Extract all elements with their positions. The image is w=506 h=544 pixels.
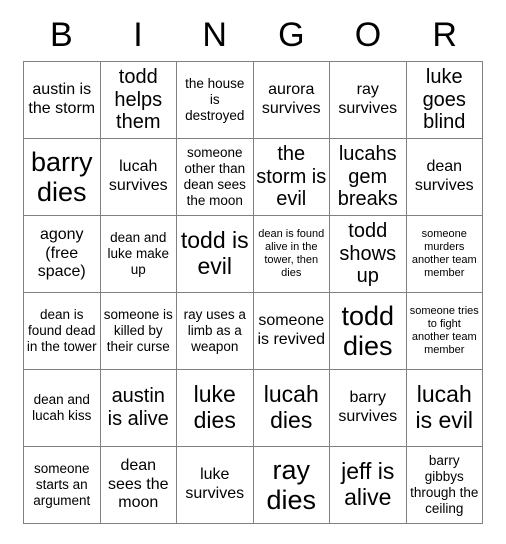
bingo-cell-label: barry dies bbox=[30, 146, 93, 207]
bingo-cell[interactable]: todd helps them bbox=[100, 62, 177, 139]
bingo-header-letter-2: N bbox=[202, 15, 227, 54]
bingo-cell-label: austin is the storm bbox=[28, 81, 96, 117]
bingo-cell[interactable]: dean and luke make up bbox=[100, 216, 177, 293]
bingo-cell[interactable]: dean is found alive in the tower, then d… bbox=[253, 216, 330, 293]
bingo-cell-label: todd helps them bbox=[114, 65, 163, 134]
bingo-cell-label: someone is revived bbox=[257, 312, 326, 348]
bingo-cell[interactable]: todd is evil bbox=[177, 216, 254, 293]
bingo-cell-free-space[interactable]: agony (free space) bbox=[24, 216, 101, 293]
bingo-cell[interactable]: barry gibbys through the ceiling bbox=[406, 447, 483, 524]
bingo-cell[interactable]: todd dies bbox=[330, 293, 407, 370]
bingo-cell-label: lucahs gem breaks bbox=[337, 142, 398, 211]
bingo-cell[interactable]: dean is found dead in the tower bbox=[24, 293, 101, 370]
bingo-cell[interactable]: someone starts an argument bbox=[24, 447, 101, 524]
bingo-cell[interactable]: austin is alive bbox=[100, 370, 177, 447]
bingo-cell[interactable]: luke dies bbox=[177, 370, 254, 447]
bingo-cell[interactable]: lucah survives bbox=[100, 139, 177, 216]
bingo-cell-label: lucah survives bbox=[108, 158, 168, 194]
bingo-cell-label: ray survives bbox=[338, 81, 398, 117]
bingo-cell-label: ray dies bbox=[266, 454, 317, 515]
bingo-cell[interactable]: lucahs gem breaks bbox=[330, 139, 407, 216]
bingo-cell[interactable]: aurora survives bbox=[253, 62, 330, 139]
bingo-cell-label: barry gibbys through the ceiling bbox=[410, 453, 479, 516]
bingo-cell-label: dean survives bbox=[414, 158, 474, 194]
bingo-cell-label: austin is alive bbox=[107, 385, 169, 430]
bingo-cell[interactable]: ray survives bbox=[330, 62, 407, 139]
bingo-cell-label: the storm is evil bbox=[256, 142, 327, 211]
bingo-cell[interactable]: someone other than dean sees the moon bbox=[177, 139, 254, 216]
bingo-cell-label: someone is killed by their curse bbox=[103, 307, 173, 354]
bingo-cell-label: luke goes blind bbox=[422, 65, 466, 134]
bingo-cell-label: dean is found dead in the tower bbox=[26, 307, 97, 354]
bingo-cell-label: dean and luke make up bbox=[107, 230, 170, 277]
bingo-cell-label: lucah dies bbox=[263, 381, 319, 433]
bingo-header-letter-3: G bbox=[278, 15, 305, 54]
bingo-cell-label: ray uses a limb as a weapon bbox=[183, 307, 246, 354]
bingo-cell-label: dean is found alive in the tower, then d… bbox=[258, 227, 325, 280]
bingo-header-letter-0: B bbox=[49, 15, 73, 54]
bingo-cell[interactable]: luke survives bbox=[177, 447, 254, 524]
bingo-cell[interactable]: barry dies bbox=[24, 139, 101, 216]
bingo-cell[interactable]: dean survives bbox=[406, 139, 483, 216]
bingo-cell-label: someone tries to fight another team memb… bbox=[409, 304, 479, 357]
bingo-cell[interactable]: ray dies bbox=[253, 447, 330, 524]
bingo-cell[interactable]: someone tries to fight another team memb… bbox=[406, 293, 483, 370]
bingo-cell[interactable]: lucah dies bbox=[253, 370, 330, 447]
bingo-cell-label: lucah is evil bbox=[415, 381, 473, 433]
bingo-card: B I N G O R austin is the storm todd hel… bbox=[23, 8, 483, 524]
bingo-cell[interactable]: lucah is evil bbox=[406, 370, 483, 447]
bingo-header-letter-1: I bbox=[133, 15, 143, 54]
bingo-cell[interactable]: todd shows up bbox=[330, 216, 407, 293]
bingo-cell-label: todd shows up bbox=[339, 219, 397, 288]
bingo-grid: austin is the storm todd helps them the … bbox=[23, 61, 483, 524]
bingo-cell[interactable]: someone murders another team member bbox=[406, 216, 483, 293]
bingo-cell-label: the house is destroyed bbox=[185, 76, 245, 123]
bingo-cell[interactable]: luke goes blind bbox=[406, 62, 483, 139]
bingo-cell[interactable]: jeff is alive bbox=[330, 447, 407, 524]
bingo-cell-label: someone starts an argument bbox=[33, 461, 91, 508]
bingo-header-row: B I N G O R bbox=[23, 8, 483, 61]
bingo-header-letter-5: R bbox=[432, 15, 457, 54]
bingo-cell-label: barry survives bbox=[338, 389, 398, 425]
bingo-cell[interactable]: austin is the storm bbox=[24, 62, 101, 139]
bingo-cell-label: someone other than dean sees the moon bbox=[183, 145, 246, 208]
bingo-cell-label: dean sees the moon bbox=[108, 457, 169, 512]
bingo-cell[interactable]: someone is revived bbox=[253, 293, 330, 370]
bingo-cell-label: todd is evil bbox=[180, 227, 249, 279]
bingo-cell-label: aurora survives bbox=[261, 81, 321, 117]
bingo-cell[interactable]: the house is destroyed bbox=[177, 62, 254, 139]
bingo-cell-label: todd dies bbox=[341, 300, 395, 361]
bingo-header-letter-4: O bbox=[354, 15, 382, 54]
bingo-cell-label: luke dies bbox=[193, 381, 236, 433]
bingo-cell[interactable]: the storm is evil bbox=[253, 139, 330, 216]
bingo-cell-label: dean and lucah kiss bbox=[32, 392, 92, 423]
bingo-cell-label: luke survives bbox=[185, 466, 245, 502]
bingo-cell[interactable]: dean sees the moon bbox=[100, 447, 177, 524]
bingo-cell[interactable]: dean and lucah kiss bbox=[24, 370, 101, 447]
bingo-cell-label: someone murders another team member bbox=[411, 227, 477, 280]
bingo-cell[interactable]: someone is killed by their curse bbox=[100, 293, 177, 370]
bingo-cell-label: jeff is alive bbox=[341, 458, 395, 510]
bingo-cell[interactable]: barry survives bbox=[330, 370, 407, 447]
bingo-cell[interactable]: ray uses a limb as a weapon bbox=[177, 293, 254, 370]
bingo-cell-label: agony (free space) bbox=[37, 226, 86, 281]
